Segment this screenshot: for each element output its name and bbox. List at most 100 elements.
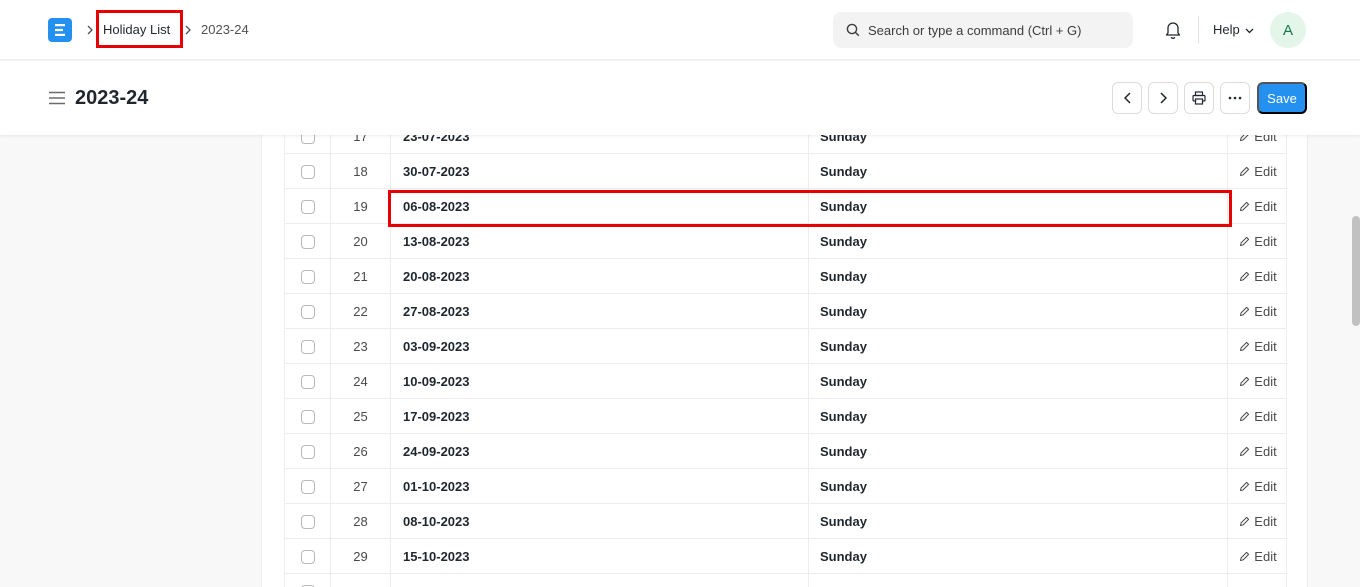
holiday-date[interactable]: 27-08-2023 [391,294,809,329]
row-checkbox-cell[interactable] [285,574,331,587]
table-row[interactable]: 26 24-09-2023 Sunday Edit [284,434,1287,469]
print-button[interactable] [1184,82,1214,114]
table-row[interactable]: 25 17-09-2023 Sunday Edit [284,399,1287,434]
holiday-description[interactable]: Sunday [809,539,1228,574]
row-checkbox[interactable] [300,339,315,354]
row-checkbox[interactable] [300,374,315,389]
row-checkbox[interactable] [300,234,315,249]
holiday-description[interactable] [809,574,1228,587]
holiday-description[interactable]: Sunday [809,504,1228,539]
row-checkbox-cell[interactable] [285,399,331,434]
table-row[interactable]: 22 27-08-2023 Sunday Edit [284,294,1287,329]
table-row[interactable]: 21 20-08-2023 Sunday Edit [284,259,1287,294]
row-checkbox-cell[interactable] [285,329,331,364]
row-checkbox-cell[interactable] [285,504,331,539]
breadcrumb-current: 2023-24 [201,22,249,37]
row-checkbox[interactable] [300,269,315,284]
save-button[interactable]: Save [1257,82,1307,114]
holiday-date[interactable]: 30-07-2023 [391,154,809,189]
help-dropdown[interactable]: Help [1213,21,1254,39]
table-row[interactable]: 24 10-09-2023 Sunday Edit [284,364,1287,399]
next-record-button[interactable] [1148,82,1178,114]
holiday-date[interactable]: 01-10-2023 [391,469,809,504]
holiday-date[interactable]: 08-10-2023 [391,504,809,539]
row-edit-button[interactable]: Edit [1228,329,1288,364]
row-index: 23 [331,329,391,364]
row-edit-button[interactable]: Edit [1228,135,1288,154]
row-edit-button[interactable]: Edit [1228,259,1288,294]
row-checkbox[interactable] [300,135,315,144]
app-logo[interactable] [48,18,72,42]
row-checkbox-cell[interactable] [285,135,331,154]
row-index: 18 [331,154,391,189]
holiday-date[interactable]: 17-09-2023 [391,399,809,434]
row-edit-button[interactable]: Edit [1228,294,1288,329]
row-checkbox[interactable] [300,304,315,319]
row-checkbox-cell[interactable] [285,224,331,259]
row-checkbox[interactable] [300,514,315,529]
more-actions-button[interactable] [1220,82,1250,114]
chevron-left-icon [1123,92,1131,104]
row-checkbox[interactable] [300,479,315,494]
row-checkbox-cell[interactable] [285,434,331,469]
row-checkbox[interactable] [300,444,315,459]
table-row[interactable]: 17 23-07-2023 Sunday Edit [284,135,1287,154]
edit-label: Edit [1254,199,1277,214]
search-input[interactable] [868,12,1123,48]
table-row[interactable]: 20 13-08-2023 Sunday Edit [284,224,1287,259]
row-checkbox[interactable] [300,549,315,564]
row-checkbox-cell[interactable] [285,364,331,399]
row-checkbox[interactable] [300,199,315,214]
search-bar[interactable] [833,12,1133,48]
holiday-description[interactable]: Sunday [809,259,1228,294]
holiday-date[interactable]: 23-07-2023 [391,135,809,154]
row-edit-button[interactable]: Edit [1228,364,1288,399]
row-checkbox-cell[interactable] [285,154,331,189]
row-edit-button[interactable]: Edit [1228,224,1288,259]
row-edit-button[interactable]: Edit [1228,154,1288,189]
row-checkbox-cell[interactable] [285,189,331,224]
page-scrollbar[interactable] [1352,216,1360,326]
table-row[interactable]: 28 08-10-2023 Sunday Edit [284,504,1287,539]
holiday-description[interactable]: Sunday [809,329,1228,364]
row-index: 20 [331,224,391,259]
edit-label: Edit [1254,304,1277,319]
holiday-description[interactable]: Sunday [809,399,1228,434]
avatar[interactable]: A [1270,12,1306,48]
holiday-description[interactable]: Sunday [809,224,1228,259]
holiday-date[interactable]: 15-10-2023 [391,539,809,574]
row-checkbox-cell[interactable] [285,294,331,329]
row-checkbox[interactable] [300,409,315,424]
row-edit-button[interactable]: Edit [1228,504,1288,539]
holiday-description[interactable]: Sunday [809,469,1228,504]
holiday-description[interactable]: Sunday [809,135,1228,154]
row-checkbox-cell[interactable] [285,469,331,504]
table-row[interactable]: 23 03-09-2023 Sunday Edit [284,329,1287,364]
row-edit-button[interactable]: Edit [1228,434,1288,469]
hamburger-menu-icon[interactable] [48,91,66,110]
holiday-date[interactable]: 10-09-2023 [391,364,809,399]
row-edit-button[interactable]: Edit [1228,539,1288,574]
holiday-description[interactable]: Sunday [809,294,1228,329]
row-checkbox-cell[interactable] [285,539,331,574]
table-row[interactable]: 29 15-10-2023 Sunday Edit [284,539,1287,574]
row-checkbox[interactable] [300,164,315,179]
previous-record-button[interactable] [1112,82,1142,114]
row-edit-button[interactable] [1228,574,1288,587]
holiday-description[interactable]: Sunday [809,434,1228,469]
table-row[interactable]: 27 01-10-2023 Sunday Edit [284,469,1287,504]
holiday-date[interactable]: 03-09-2023 [391,329,809,364]
row-edit-button[interactable]: Edit [1228,189,1288,224]
table-row[interactable]: 18 30-07-2023 Sunday Edit [284,154,1287,189]
holiday-description[interactable]: Sunday [809,364,1228,399]
table-row[interactable] [284,574,1287,587]
holiday-date[interactable]: 20-08-2023 [391,259,809,294]
holiday-date[interactable]: 24-09-2023 [391,434,809,469]
holiday-date[interactable] [391,574,809,587]
holiday-date[interactable]: 13-08-2023 [391,224,809,259]
holiday-description[interactable]: Sunday [809,154,1228,189]
row-edit-button[interactable]: Edit [1228,399,1288,434]
row-checkbox-cell[interactable] [285,259,331,294]
row-edit-button[interactable]: Edit [1228,469,1288,504]
bell-icon[interactable] [1164,20,1182,45]
